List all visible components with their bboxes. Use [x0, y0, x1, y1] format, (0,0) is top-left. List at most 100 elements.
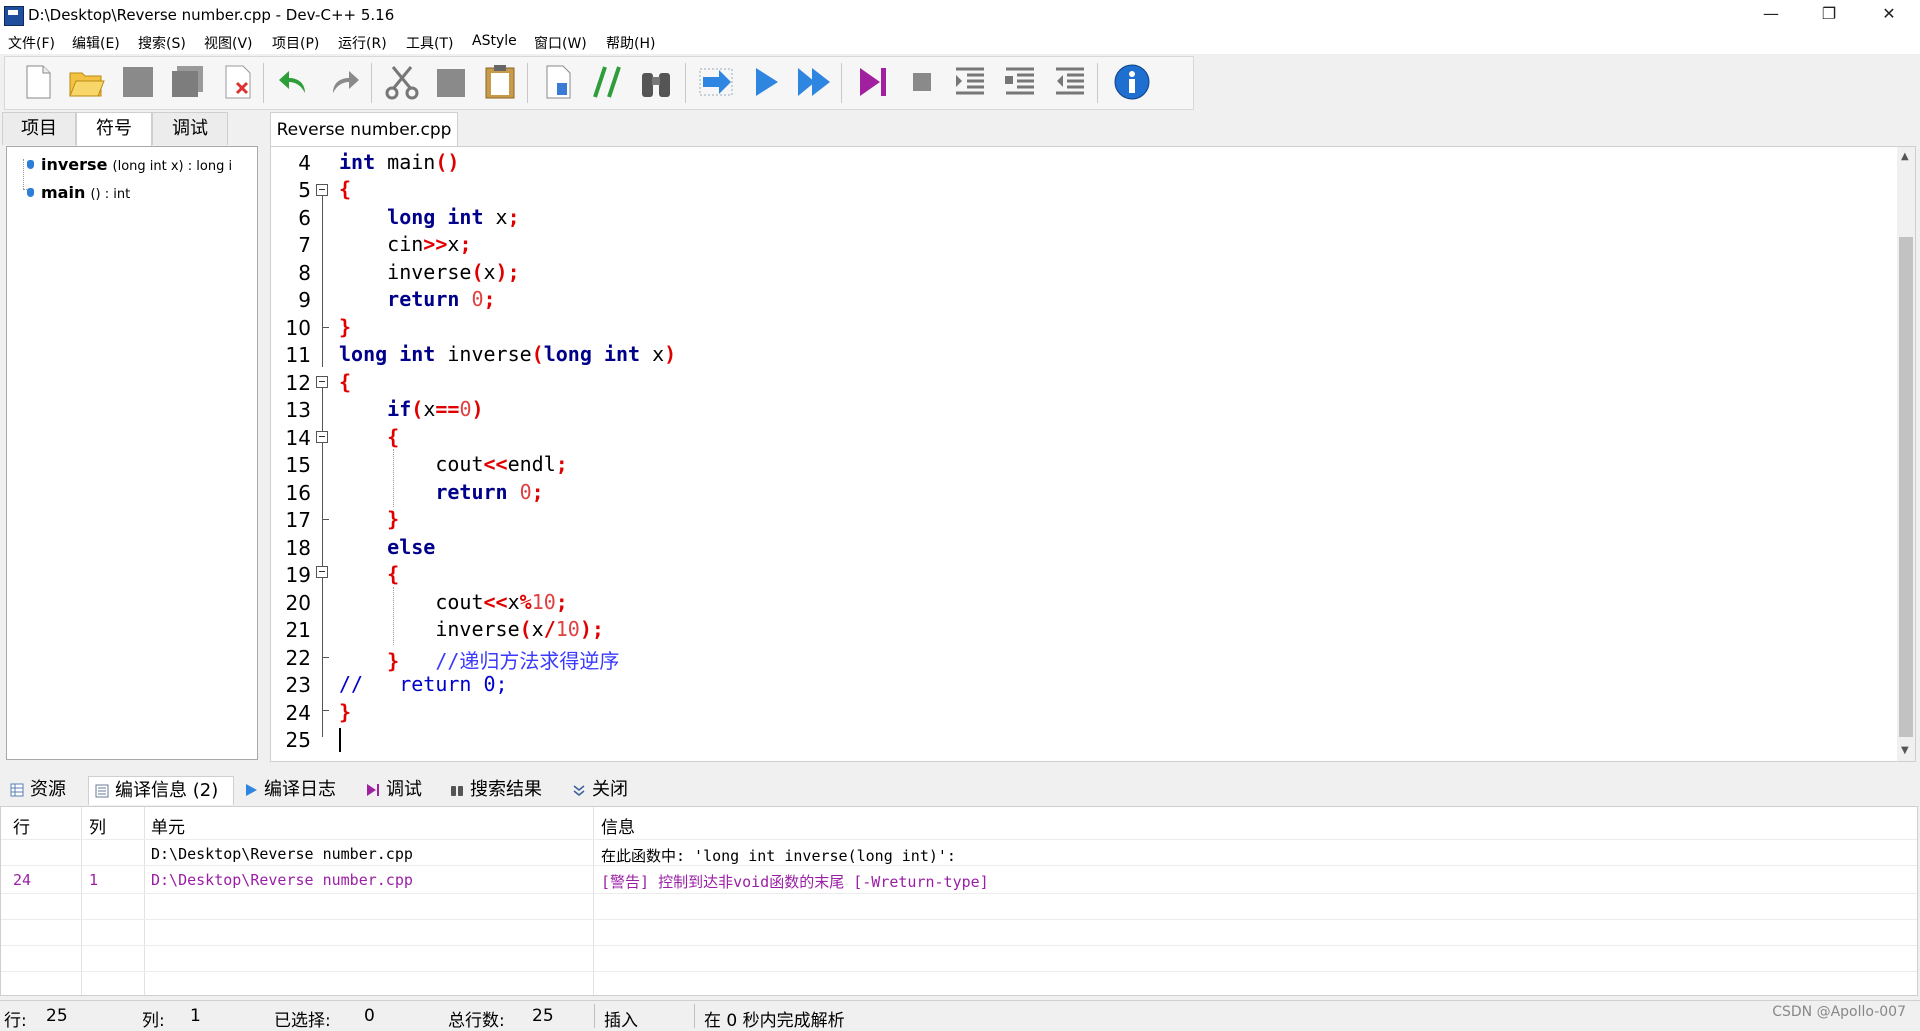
- tab-resources[interactable]: 资源: [4, 776, 82, 804]
- menu-tools[interactable]: 工具(T): [406, 33, 453, 53]
- line-number: 5: [298, 178, 311, 202]
- code-line: return 0;: [435, 480, 544, 504]
- compile-icon[interactable]: [697, 63, 735, 101]
- column-header-col[interactable]: 列: [89, 813, 106, 838]
- status-bar: 行: 25 列: 1 已选择: 0 总行数: 25 插入 在 0 秒内完成解析: [0, 1000, 1920, 1031]
- line-number: 25: [285, 728, 311, 752]
- bottom-panel-tabs: 资源 编译信息 (2) 编译日志 调试 搜索结果 关闭: [0, 774, 1920, 805]
- toggle-comment-icon[interactable]: [589, 63, 627, 101]
- code-line: } //递归方法求得逆序: [387, 649, 620, 673]
- code-line: cin>>x;: [339, 232, 472, 256]
- debug-icon[interactable]: [853, 63, 891, 101]
- menu-run[interactable]: 运行(R): [338, 33, 387, 53]
- binoculars-find-icon[interactable]: [637, 63, 675, 101]
- copy-icon[interactable]: [433, 63, 471, 101]
- code-line: {: [387, 562, 400, 586]
- status-col-label: 列:: [142, 1011, 165, 1031]
- compile-run-icon[interactable]: [795, 63, 833, 101]
- editor-tab-reverse-number[interactable]: Reverse number.cpp: [270, 112, 458, 147]
- menu-edit[interactable]: 编辑(E): [72, 33, 120, 53]
- info-about-icon[interactable]: [1113, 63, 1151, 101]
- line-number: 6: [298, 206, 311, 230]
- symbol-tree: inverse (long int x) : long i main () : …: [6, 146, 258, 760]
- new-file-icon[interactable]: [19, 63, 57, 101]
- binoculars-icon: [451, 786, 463, 796]
- menu-file[interactable]: 文件(F): [8, 33, 55, 53]
- menu-view[interactable]: 视图(V): [204, 33, 253, 53]
- save-all-icon[interactable]: [169, 63, 207, 101]
- tab-debug-output[interactable]: 调试: [360, 776, 438, 804]
- menu-astyle[interactable]: AStyle: [472, 33, 517, 49]
- line-number: 24: [285, 701, 311, 725]
- menu-search[interactable]: 搜索(S): [138, 33, 186, 53]
- status-selected-label: 已选择:: [274, 1011, 331, 1031]
- status-selected-value: 0: [364, 1006, 375, 1026]
- minimize-button[interactable]: —: [1742, 0, 1800, 30]
- run-icon[interactable]: [747, 63, 785, 101]
- line-number: 9: [298, 288, 311, 312]
- redo-icon[interactable]: [325, 63, 363, 101]
- tab-symbols[interactable]: 符号: [76, 112, 152, 147]
- fold-toggle[interactable]: [316, 431, 328, 443]
- close-window-button[interactable]: ✕: [1860, 0, 1918, 30]
- tab-project[interactable]: 项目: [2, 112, 76, 145]
- menu-window[interactable]: 窗口(W): [534, 33, 587, 53]
- line-number: 11: [285, 343, 311, 367]
- watermark-text: CSDN @Apollo-007: [1772, 1004, 1906, 1020]
- tab-search-results[interactable]: 搜索结果: [444, 776, 560, 804]
- code-line: {: [339, 177, 352, 201]
- line-number: 8: [298, 261, 311, 285]
- column-header-line[interactable]: 行: [13, 813, 30, 838]
- scroll-down-arrow-icon[interactable]: ▼: [1901, 745, 1909, 756]
- line-number: 13: [285, 398, 311, 422]
- chevron-down-icon: [573, 785, 585, 796]
- status-total-label: 总行数:: [448, 1011, 505, 1031]
- line-number: 18: [285, 536, 311, 560]
- fold-toggle[interactable]: [316, 566, 328, 578]
- symbol-item-inverse[interactable]: inverse (long int x) : long i: [27, 155, 232, 174]
- maximize-button[interactable]: ❐: [1800, 0, 1858, 30]
- goto-line-icon[interactable]: [951, 63, 989, 101]
- menu-bar: 文件(F) 编辑(E) 搜索(S) 视图(V) 项目(P) 运行(R) 工具(T…: [0, 30, 1920, 54]
- cut-icon[interactable]: [383, 63, 421, 101]
- save-icon[interactable]: [119, 63, 157, 101]
- editor-vertical-scrollbar[interactable]: ▲ ▼: [1897, 147, 1915, 761]
- tab-close-panel[interactable]: 关闭: [566, 776, 644, 804]
- scroll-up-arrow-icon[interactable]: ▲: [1901, 151, 1909, 162]
- play-icon: [246, 784, 257, 796]
- window-title: D:\Desktop\Reverse number.cpp - Dev-C++ …: [28, 6, 395, 24]
- undo-icon[interactable]: [275, 63, 313, 101]
- code-line: inverse(x);: [339, 260, 520, 284]
- line-number: 22: [285, 646, 311, 670]
- line-number: 20: [285, 591, 311, 615]
- debug-step-icon: [367, 784, 379, 796]
- indent-file-icon[interactable]: [539, 63, 577, 101]
- scrollbar-thumb[interactable]: [1899, 237, 1913, 737]
- line-number: 12: [285, 371, 311, 395]
- menu-project[interactable]: 项目(P): [272, 33, 319, 53]
- function-icon: [27, 160, 34, 169]
- indent-icon[interactable]: [1001, 63, 1039, 101]
- line-number: 23: [285, 673, 311, 697]
- open-folder-icon[interactable]: [67, 63, 105, 101]
- code-editor[interactable]: 4 5 6 7 8 9 10 11 12 13 14 15 16 17 18 1…: [270, 146, 1916, 762]
- stop-icon[interactable]: [903, 63, 941, 101]
- unindent-icon[interactable]: [1051, 63, 1089, 101]
- line-number: 17: [285, 508, 311, 532]
- column-header-unit[interactable]: 单元: [151, 813, 185, 838]
- list-icon: [95, 784, 109, 798]
- code-line: long int x;: [387, 205, 520, 229]
- tab-compile-log[interactable]: 编译日志: [238, 776, 354, 804]
- line-number: 14: [285, 426, 311, 450]
- code-line: {: [339, 370, 352, 394]
- column-header-info[interactable]: 信息: [601, 813, 635, 838]
- tab-debug[interactable]: 调试: [152, 112, 228, 145]
- line-number: 16: [285, 481, 311, 505]
- left-panel-tabs: 项目 符号 调试: [0, 112, 262, 147]
- tab-compile-messages[interactable]: 编译信息 (2): [88, 776, 234, 805]
- paste-icon[interactable]: [481, 63, 519, 101]
- menu-help[interactable]: 帮助(H): [606, 33, 655, 53]
- symbol-item-main[interactable]: main () : int: [27, 183, 130, 202]
- title-bar: D:\Desktop\Reverse number.cpp - Dev-C++ …: [0, 0, 1920, 30]
- close-file-icon[interactable]: [219, 63, 257, 101]
